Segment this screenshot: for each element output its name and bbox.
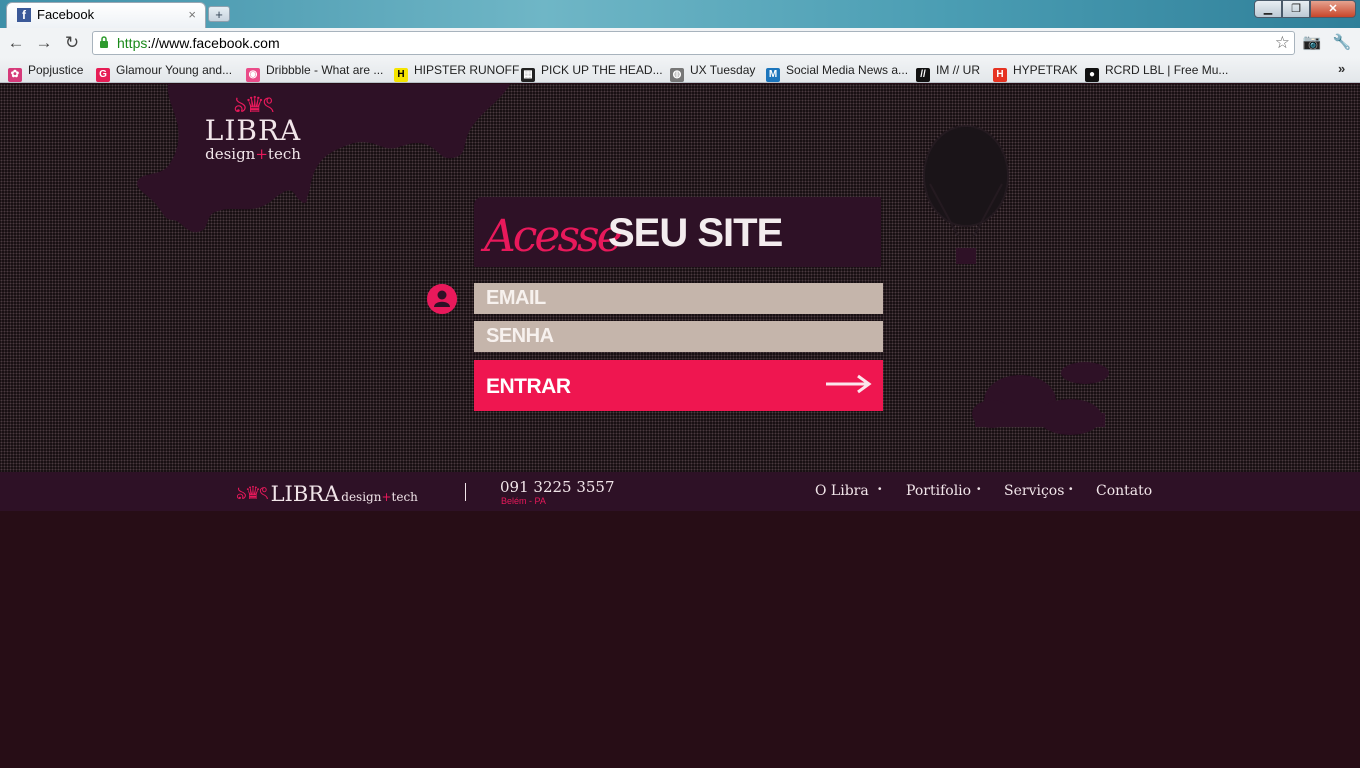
bookmark-label: UX Tuesday [690, 63, 756, 77]
bookmark-label: HIPSTER RUNOFF [414, 63, 520, 77]
bookmark-label: Popjustice [28, 63, 84, 77]
camera-extension-icon[interactable]: 📷 [1301, 32, 1323, 54]
bookmark-star-icon[interactable]: ☆ [1275, 33, 1290, 53]
close-window-icon[interactable]: ✕ [1310, 0, 1356, 18]
forward-arrow-icon[interactable]: → [33, 32, 55, 54]
bookmarks-bar: ✿ Popjustice G Glamour Young and... ◉ Dribbbl… [0, 58, 1360, 83]
logo-tagline: design+tech [203, 146, 303, 162]
bookmark-item[interactable]: M Social Media News a... [766, 62, 909, 82]
logo-tag-plus: + [255, 145, 268, 163]
title-script: Acesse [484, 211, 623, 262]
logo-tag-tech: tech [267, 145, 301, 163]
facebook-favicon-icon: f [17, 8, 31, 22]
login-title-panel: Acesse SEU SITE [474, 197, 881, 267]
footer-logo-ornament-icon: ঌ♛ৎ [236, 483, 269, 503]
address-bar[interactable]: https://www.facebook.com ☆ [92, 31, 1295, 55]
footer-logo[interactable]: ঌ♛ৎ LIBRA design+tech [236, 479, 418, 506]
footer-logo-tag-design: design [341, 490, 382, 504]
im-ur-icon: // [916, 68, 930, 82]
hipster-runoff-icon: H [394, 68, 408, 82]
bookmark-label: Social Media News a... [786, 63, 909, 77]
bookmark-item[interactable]: ● RCRD LBL | Free Mu... [1085, 62, 1229, 82]
footer-nav-contato[interactable]: Contato [1096, 483, 1152, 499]
bookmark-item[interactable]: // IM // UR [916, 62, 980, 82]
user-icon [427, 284, 457, 314]
window-controls: ▁ ❐ ✕ [1254, 0, 1356, 18]
bookmark-label: Glamour Young and... [116, 63, 233, 77]
libra-logo[interactable]: ঌ♛ৎ LIBRA design+tech [203, 94, 303, 184]
glamour-icon: G [96, 68, 110, 82]
pick-up-the-head-icon: ▦ [521, 68, 535, 82]
arrow-right-icon [826, 374, 872, 394]
entrar-button[interactable]: ENTRAR [474, 360, 883, 411]
bookmark-item[interactable]: ▦ PICK UP THE HEAD... [521, 62, 663, 82]
login-page: ঌ♛ৎ LIBRA design+tech Acesse SEU SITE EN… [0, 84, 1360, 472]
browser-toolbar: ← → ↻ https://www.facebook.com ☆ 📷 🔧 [0, 28, 1360, 58]
wrench-menu-icon[interactable]: 🔧 [1331, 32, 1353, 54]
maximize-icon[interactable]: ❐ [1282, 0, 1310, 18]
title-bold: SEU SITE [608, 211, 783, 255]
footer-nav-separator: • [977, 484, 981, 495]
footer-phone: 091 3225 3557 [500, 478, 615, 496]
url-host: ://www.facebook.com [147, 35, 280, 51]
footer-nav-servicos[interactable]: Serviços [1004, 483, 1064, 499]
address-url: https://www.facebook.com [117, 35, 280, 51]
bookmark-label: Dribbble - What are ... [266, 63, 384, 77]
bookmark-item[interactable]: H HIPSTER RUNOFF [394, 62, 520, 82]
footer-nav-separator: • [1069, 484, 1073, 495]
footer-nav-o-libra[interactable]: O Libra [815, 483, 869, 499]
browser-titlebar: f Facebook × + ▁ ❐ ✕ [0, 0, 1360, 30]
logo-ornament-icon: ঌ♛ৎ [233, 92, 275, 117]
bookmark-item[interactable]: ✿ Popjustice [8, 62, 84, 82]
url-scheme: https [117, 35, 148, 51]
dribbble-icon: ◉ [246, 68, 260, 82]
footer-logo-tag-plus: + [381, 490, 392, 504]
bookmarks-overflow-icon[interactable]: » [1338, 61, 1345, 76]
lock-icon [100, 36, 108, 48]
footer-logo-tagline: design+tech [341, 490, 418, 504]
clouds-decoration [972, 362, 1109, 435]
bookmark-item[interactable]: ◍ UX Tuesday [670, 62, 756, 82]
password-field[interactable] [474, 321, 883, 352]
bookmark-item[interactable]: ◉ Dribbble - What are ... [246, 62, 384, 82]
bookmark-label: RCRD LBL | Free Mu... [1105, 63, 1229, 77]
logo-name: LIBRA [204, 114, 302, 147]
bookmark-item[interactable]: G Glamour Young and... [96, 62, 233, 82]
site-footer: ঌ♛ৎ LIBRA design+tech 091 3225 3557 Belém … [0, 472, 1360, 511]
tab-close-icon[interactable]: × [188, 7, 196, 22]
mashable-icon: M [766, 68, 780, 82]
ux-tuesday-icon: ◍ [670, 68, 684, 82]
new-tab-button[interactable]: + [208, 6, 230, 22]
hypetrak-icon: H [993, 68, 1007, 82]
bookmark-item[interactable]: H HYPETRAK [993, 62, 1078, 82]
bookmark-label: PICK UP THE HEAD... [541, 63, 663, 77]
bookmark-label: IM // UR [936, 63, 980, 77]
footer-divider [465, 483, 466, 501]
popjustice-icon: ✿ [8, 68, 22, 82]
tab-title: Facebook [37, 7, 95, 22]
logo-tag-design: design [205, 145, 256, 163]
page-background [0, 511, 1360, 768]
entrar-label: ENTRAR [486, 375, 571, 398]
minimize-icon[interactable]: ▁ [1254, 0, 1282, 18]
footer-nav-separator: • [878, 484, 882, 495]
footer-city: Belém - PA [501, 496, 546, 506]
hot-air-balloon-decoration [923, 125, 1009, 264]
footer-nav-portifolio[interactable]: Portifolio [906, 483, 971, 499]
footer-logo-name: LIBRA [270, 482, 340, 506]
back-arrow-icon[interactable]: ← [5, 32, 27, 54]
rcrd-lbl-icon: ● [1085, 68, 1099, 82]
bookmark-label: HYPETRAK [1013, 63, 1078, 77]
email-field[interactable] [474, 283, 883, 314]
tab-facebook[interactable]: f Facebook × [6, 2, 206, 28]
footer-logo-tag-tech: tech [391, 490, 418, 504]
reload-icon[interactable]: ↻ [61, 32, 83, 54]
